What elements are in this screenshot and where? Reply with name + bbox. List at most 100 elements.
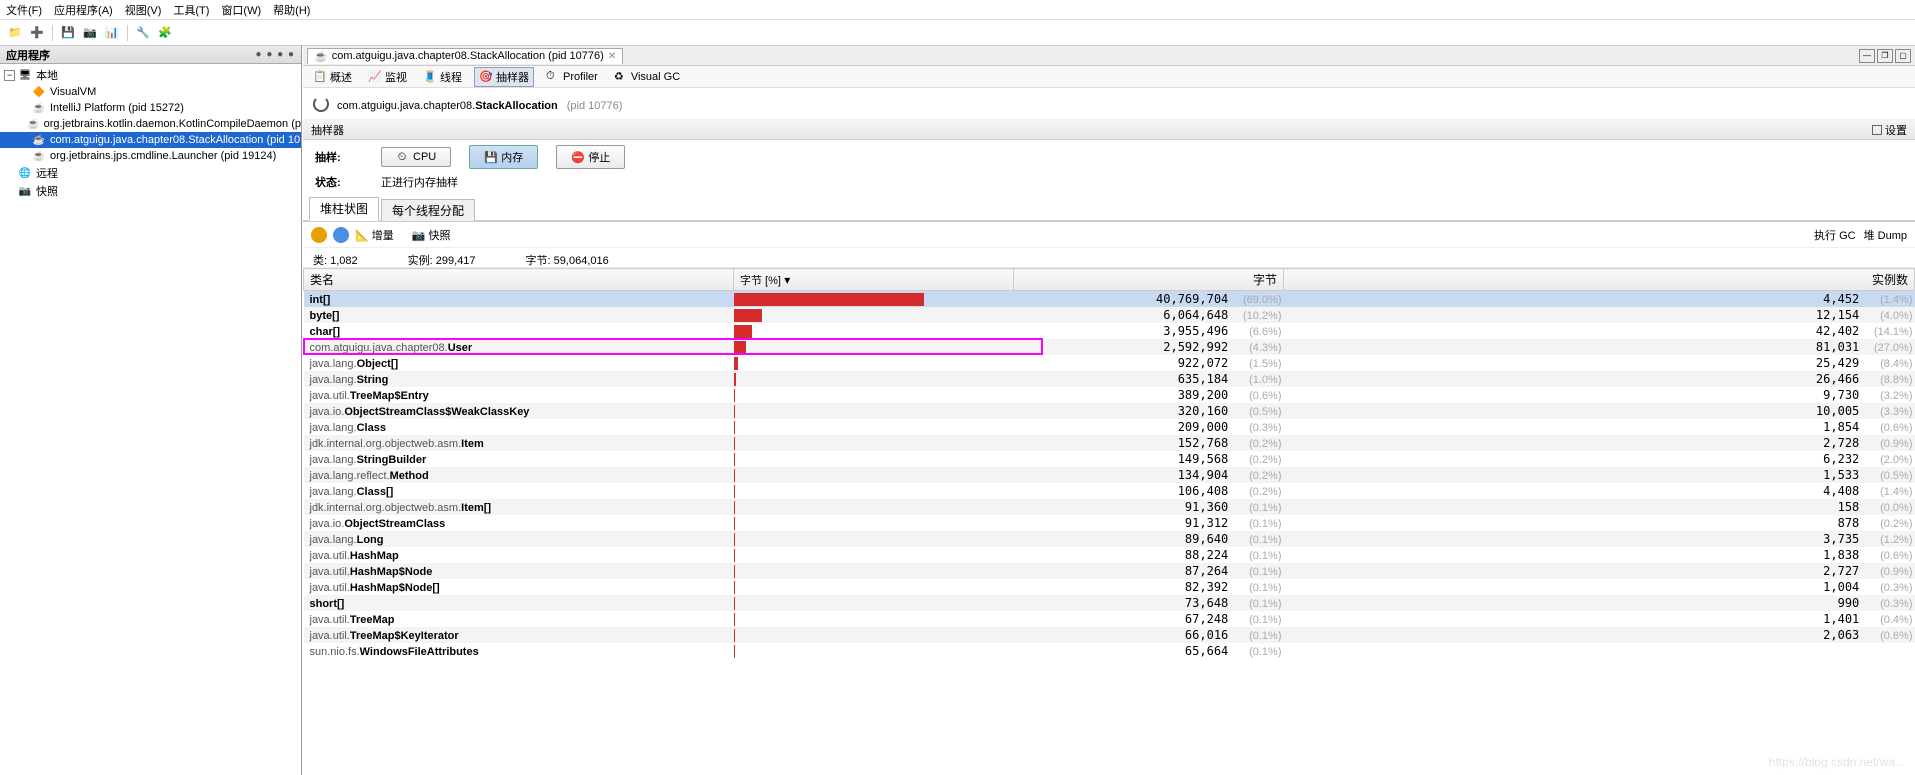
table-row[interactable]: sun.nio.fs.WindowsFileAttributes65,664 (… — [304, 643, 1915, 659]
col-bytes-pct[interactable]: 字节 [%] ▾ — [734, 269, 1014, 291]
settings-toggle[interactable]: 设置 — [1872, 122, 1907, 138]
table-row[interactable]: java.lang.Object[]922,072 (1.5%)25,429 (… — [304, 355, 1915, 371]
tab-sampler[interactable]: 🎯抽样器 — [474, 67, 534, 87]
table-row[interactable]: java.io.ObjectStreamClass91,312 (0.1%)87… — [304, 515, 1915, 531]
java-icon: ☕ — [32, 101, 46, 115]
table-row[interactable]: char[]3,955,496 (6.6%)42,402 (14.1%) — [304, 323, 1915, 339]
sidebar-title: 应用程序 — [6, 47, 50, 63]
tb-heap-icon[interactable]: 📊 — [103, 24, 121, 42]
tb-open-icon[interactable]: 📁 — [6, 24, 24, 42]
gc-button[interactable]: 执行 GC — [1814, 227, 1856, 243]
sidebar-header: 应用程序 ● ● ● ● — [0, 46, 301, 64]
table-row[interactable]: java.util.TreeMap67,248 (0.1%)1,401 (0.4… — [304, 611, 1915, 627]
col-classname[interactable]: 类名 — [304, 269, 734, 291]
table-row[interactable]: java.lang.Class209,000 (0.3%)1,854 (0.6%… — [304, 419, 1915, 435]
table-row[interactable]: java.util.HashMap$Node87,264 (0.1%)2,727… — [304, 563, 1915, 579]
class-count: 1,082 — [330, 255, 358, 267]
heap-dump-button[interactable]: 堆 Dump — [1864, 227, 1907, 243]
overview-icon: 📋 — [313, 70, 327, 84]
document-tab[interactable]: ☕ com.atguigu.java.chapter08.StackAlloca… — [307, 48, 623, 64]
tb-add-icon[interactable]: ➕ — [28, 24, 46, 42]
table-row[interactable]: short[]73,648 (0.1%)990 (0.3%) — [304, 595, 1915, 611]
tree-visualvm[interactable]: 🔶 VisualVM — [0, 84, 301, 100]
tab-per-thread[interactable]: 每个线程分配 — [381, 199, 475, 221]
menu-apps[interactable]: 应用程序(A) — [54, 2, 113, 18]
heap-table: 类名 字节 [%] ▾ 字节 实例数 int[]40,769,704 (69.0… — [303, 268, 1915, 659]
checkbox-icon — [1872, 125, 1882, 135]
tree-local[interactable]: − 🖥 本地 — [0, 66, 301, 84]
monitor-icon: 📈 — [368, 70, 382, 84]
status-label: 状态: — [315, 174, 363, 190]
tab-profiler[interactable]: ⏱Profiler — [542, 69, 602, 85]
stop-button[interactable]: ⛔停止 — [556, 145, 625, 169]
memory-button[interactable]: 💾内存 — [469, 145, 538, 169]
table-row[interactable]: java.util.HashMap88,224 (0.1%)1,838 (0.6… — [304, 547, 1915, 563]
tb-snapshot-icon[interactable]: 📷 — [81, 24, 99, 42]
table-row[interactable]: java.util.HashMap$Node[]82,392 (0.1%)1,0… — [304, 579, 1915, 595]
snapshot-button[interactable]: 📷 快照 — [412, 227, 451, 243]
tab-threads[interactable]: 🧵线程 — [419, 68, 466, 86]
refresh-data-icon[interactable] — [311, 227, 327, 243]
close-tab-icon[interactable]: ✕ — [608, 51, 616, 62]
table-row[interactable]: java.util.TreeMap$KeyIterator66,016 (0.1… — [304, 627, 1915, 643]
java-icon: ☕ — [27, 117, 39, 131]
delta-button[interactable]: 📐 增量 — [355, 227, 394, 243]
sidebar: 应用程序 ● ● ● ● − 🖥 本地 🔶 VisualVM ☕ Intelli… — [0, 46, 302, 775]
cpu-button[interactable]: ⏲CPU — [381, 147, 451, 167]
tab-monitor[interactable]: 📈监视 — [364, 68, 411, 86]
minimize-icon[interactable]: — — [1859, 49, 1875, 63]
title-row: com.atguigu.java.chapter08.StackAllocati… — [303, 88, 1915, 120]
java-icon: ☕ — [314, 50, 328, 63]
collapse-icon[interactable]: − — [4, 70, 15, 81]
col-bytes[interactable]: 字节 — [1014, 269, 1284, 291]
status-text: 正进行内存抽样 — [381, 174, 458, 190]
tree-remote[interactable]: 🌐 远程 — [0, 164, 301, 182]
tab-heap-histogram[interactable]: 堆柱状图 — [309, 197, 379, 221]
table-row[interactable]: java.lang.String635,184 (1.0%)26,466 (8.… — [304, 371, 1915, 387]
tb-save-icon[interactable]: 💾 — [59, 24, 77, 42]
vm-icon: 🔶 — [32, 85, 46, 99]
table-row[interactable]: jdk.internal.org.objectweb.asm.Item152,7… — [304, 435, 1915, 451]
tree-stack-allocation[interactable]: ☕ com.atguigu.java.chapter08.StackAlloca… — [0, 132, 301, 148]
window-controls: — ❐ ▢ — [1859, 49, 1915, 63]
visualgc-icon: ♻ — [614, 70, 628, 84]
tree-launcher[interactable]: ☕ org.jetbrains.jps.cmdline.Launcher (pi… — [0, 148, 301, 164]
action-row: 📐 增量 📷 快照 执行 GC 堆 Dump — [303, 222, 1915, 248]
instance-count: 299,417 — [436, 255, 476, 267]
tb-config-icon[interactable]: 🔧 — [134, 24, 152, 42]
table-row[interactable]: java.lang.StringBuilder149,568 (0.2%)6,2… — [304, 451, 1915, 467]
table-row[interactable]: com.atguigu.java.chapter08.User2,592,992… — [304, 339, 1915, 355]
table-row[interactable]: jdk.internal.org.objectweb.asm.Item[]91,… — [304, 499, 1915, 515]
tree-intellij[interactable]: ☕ IntelliJ Platform (pid 15272) — [0, 100, 301, 116]
sidebar-menu-icon[interactable]: ● ● ● ● — [256, 49, 296, 60]
maximize-icon[interactable]: ▢ — [1895, 49, 1911, 63]
table-row[interactable]: byte[]6,064,648 (10.2%)12,154 (4.0%) — [304, 307, 1915, 323]
tree-snapshot[interactable]: 📷 快照 — [0, 182, 301, 200]
menu-tools[interactable]: 工具(T) — [173, 2, 209, 18]
menu-file[interactable]: 文件(F) — [6, 2, 42, 18]
toolbar-separator — [52, 25, 53, 41]
menu-help[interactable]: 帮助(H) — [273, 2, 310, 18]
table-row[interactable]: java.lang.Class[]106,408 (0.2%)4,408 (1.… — [304, 483, 1915, 499]
cpu-icon: ⏲ — [396, 151, 408, 163]
table-row[interactable]: java.lang.Long89,640 (0.1%)3,735 (1.2%) — [304, 531, 1915, 547]
java-icon: ☕ — [32, 149, 46, 163]
table-row[interactable]: java.io.ObjectStreamClass$WeakClassKey32… — [304, 403, 1915, 419]
table-row[interactable]: java.lang.reflect.Method134,904 (0.2%)1,… — [304, 467, 1915, 483]
menu-view[interactable]: 视图(V) — [125, 2, 162, 18]
menu-window[interactable]: 窗口(W) — [221, 2, 261, 18]
tab-overview[interactable]: 📋概述 — [309, 68, 356, 86]
tab-visualgc[interactable]: ♻Visual GC — [610, 69, 684, 85]
tree-kotlin[interactable]: ☕ org.jetbrains.kotlin.daemon.KotlinComp… — [0, 116, 301, 132]
refresh-icon[interactable] — [313, 96, 329, 112]
restore-icon[interactable]: ❐ — [1877, 49, 1893, 63]
pause-icon[interactable] — [333, 227, 349, 243]
col-instances[interactable]: 实例数 — [1284, 269, 1915, 291]
tb-plugin-icon[interactable]: 🧩 — [156, 24, 174, 42]
table-row[interactable]: java.util.TreeMap$Entry389,200 (0.6%)9,7… — [304, 387, 1915, 403]
sample-controls: 抽样: ⏲CPU 💾内存 ⛔停止 — [303, 140, 1915, 174]
heap-table-wrap[interactable]: 类名 字节 [%] ▾ 字节 实例数 int[]40,769,704 (69.0… — [303, 268, 1915, 775]
content-pane: ☕ com.atguigu.java.chapter08.StackAlloca… — [302, 46, 1915, 775]
table-row[interactable]: int[]40,769,704 (69.0%)4,452 (1.4%) — [304, 291, 1915, 308]
threads-icon: 🧵 — [423, 70, 437, 84]
